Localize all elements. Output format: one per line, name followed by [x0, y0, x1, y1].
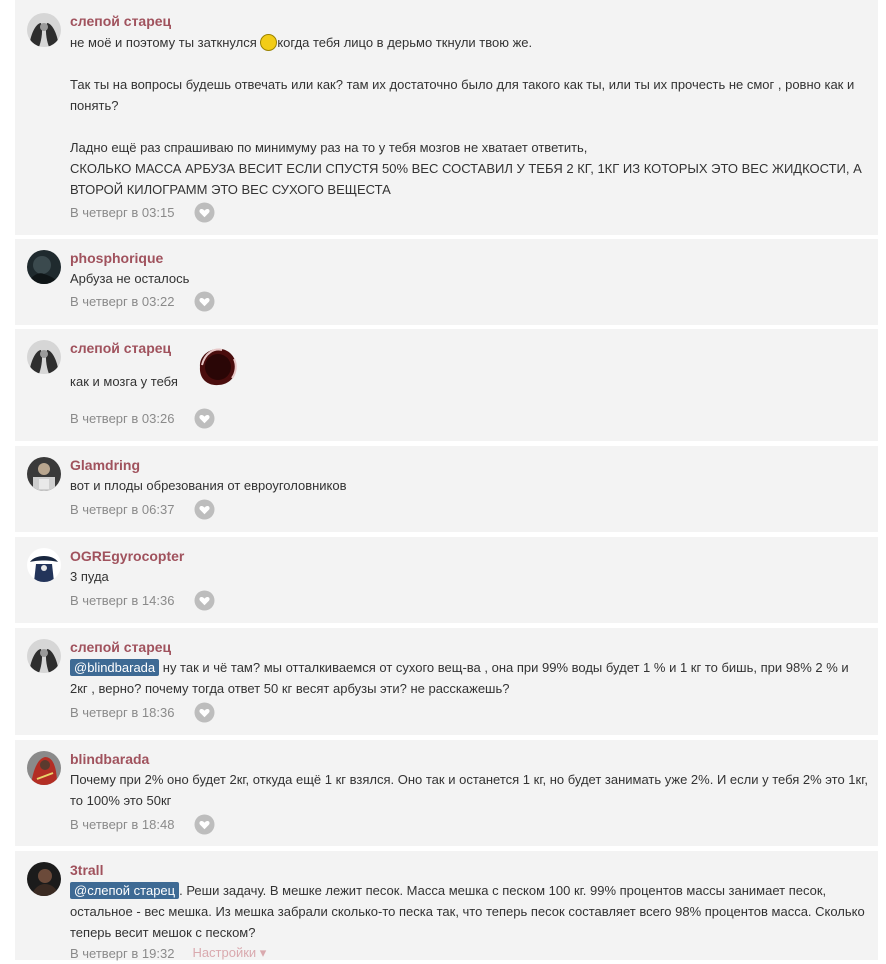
- comment-text: как и мозга у тебя: [70, 374, 178, 389]
- avatar[interactable]: [27, 548, 61, 582]
- avatar[interactable]: [27, 862, 61, 896]
- comment: phosphorique Арбуза не осталось В четвер…: [15, 239, 878, 325]
- comment-text: 3 пуда: [70, 569, 109, 584]
- avatar[interactable]: [27, 751, 61, 785]
- avatar[interactable]: [27, 250, 61, 284]
- comment: слепой старец @blindbarada ну так и чё т…: [15, 628, 878, 735]
- comment: 3trall @слепой старец. Реши задачу. В ме…: [15, 851, 878, 961]
- comment-text: Арбуза не осталось: [70, 271, 190, 286]
- comment: слепой старец не моё и поэтому ты заткну…: [15, 0, 878, 235]
- comment-paragraph: Ладно ещё раз спрашиваю по минимуму раз …: [70, 140, 588, 155]
- comment-text: Почему при 2% оно будет 2кг, откуда ещё …: [70, 772, 868, 808]
- sticker-image: [196, 345, 240, 389]
- comment-meta: В четверг в 14:36: [70, 589, 215, 611]
- comment: слепой старец как и мозга у тебя В четве…: [15, 329, 878, 441]
- comment: Glamdring вот и плоды обрезования от евр…: [15, 446, 878, 532]
- heart-icon[interactable]: [194, 202, 215, 223]
- heart-icon[interactable]: [194, 814, 215, 835]
- comment-time[interactable]: В четверг в 19:32: [70, 946, 174, 961]
- comment-meta: В четверг в 18:36: [70, 701, 215, 723]
- comment-time[interactable]: В четверг в 06:37: [70, 502, 174, 517]
- smiley-icon: [260, 34, 278, 51]
- avatar[interactable]: [27, 13, 61, 47]
- comment-meta: В четверг в 03:22: [70, 290, 215, 312]
- comment-time[interactable]: В четверг в 03:15: [70, 205, 174, 220]
- user-mention[interactable]: @слепой старец: [70, 882, 180, 899]
- comment-text-part: ну так и чё там? мы отталкиваемся от сух…: [70, 660, 849, 696]
- comment-meta: В четверг в 03:15: [70, 201, 215, 223]
- avatar[interactable]: [27, 340, 61, 374]
- author-name[interactable]: blindbarada: [70, 751, 149, 767]
- user-mention[interactable]: @blindbarada: [70, 659, 160, 676]
- heart-icon[interactable]: [194, 291, 215, 312]
- comment-time[interactable]: В четверг в 03:22: [70, 294, 174, 309]
- comment-text: @blindbarada ну так и чё там? мы отталки…: [70, 657, 868, 699]
- comment-text-part: когда тебя лицо в дерьмо ткнули твою же.: [277, 35, 533, 50]
- avatar[interactable]: [27, 639, 61, 673]
- comment-paragraph: Так ты на вопросы будешь отвечать или ка…: [70, 77, 855, 113]
- heart-icon[interactable]: [194, 702, 215, 723]
- author-name[interactable]: слепой старец: [70, 340, 171, 356]
- heart-icon[interactable]: [194, 499, 215, 520]
- author-name[interactable]: OGREgyrocopter: [70, 548, 184, 564]
- comment-meta: В четверг в 18:48: [70, 813, 215, 835]
- author-name[interactable]: 3trall: [70, 862, 103, 878]
- author-name[interactable]: слепой старец: [70, 639, 171, 655]
- comment-time[interactable]: В четверг в 18:48: [70, 817, 174, 832]
- comment-text: вот и плоды обрезования от евроуголовник…: [70, 478, 347, 493]
- heart-icon[interactable]: [194, 590, 215, 611]
- author-name[interactable]: Glamdring: [70, 457, 140, 473]
- comment: OGREgyrocopter 3 пуда В четверг в 14:36: [15, 537, 878, 623]
- comment-text: @слепой старец. Реши задачу. В мешке леж…: [70, 880, 868, 943]
- avatar[interactable]: [27, 457, 61, 491]
- comment-meta: В четверг в 19:32 Настройки ▾: [70, 942, 266, 964]
- author-name[interactable]: phosphorique: [70, 250, 163, 266]
- comment-text-part: не моё и поэтому ты заткнулся: [70, 35, 261, 50]
- heart-icon[interactable]: [194, 408, 215, 429]
- comment: blindbarada Почему при 2% оно будет 2кг,…: [15, 740, 878, 846]
- comment-time[interactable]: В четверг в 03:26: [70, 411, 174, 426]
- comment-meta: В четверг в 06:37: [70, 498, 215, 520]
- comment-text: не моё и поэтому ты заткнулся когда тебя…: [70, 32, 868, 200]
- author-name[interactable]: слепой старец: [70, 13, 171, 29]
- comment-meta: В четверг в 03:26: [70, 407, 215, 429]
- comment-time[interactable]: В четверг в 14:36: [70, 593, 174, 608]
- comment-text-part: . Реши задачу. В мешке лежит песок. Масс…: [70, 883, 865, 940]
- comment-paragraph: СКОЛЬКО МАССА АРБУЗА ВЕСИТ ЕСЛИ СПУСТЯ 5…: [70, 161, 862, 197]
- comment-time[interactable]: В четверг в 18:36: [70, 705, 174, 720]
- settings-dropdown[interactable]: Настройки ▾: [192, 945, 266, 961]
